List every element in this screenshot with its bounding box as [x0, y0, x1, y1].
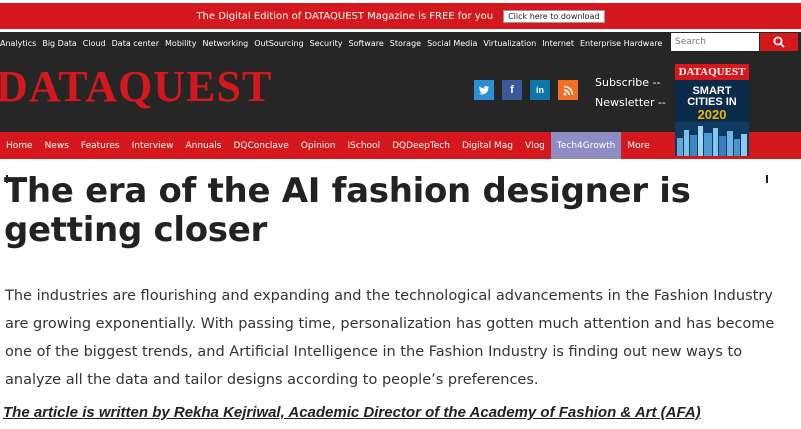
- article-title: The era of the AI fashion designer is ge…: [4, 171, 691, 250]
- promo-text: The Digital Edition of DATAQUEST Magazin…: [196, 10, 494, 22]
- nav-item-features[interactable]: Features: [75, 132, 126, 159]
- subscribe-link[interactable]: Subscribe --: [595, 76, 660, 89]
- text-cursor-marker: [766, 175, 768, 183]
- topnav-item-security[interactable]: Security: [310, 39, 343, 48]
- linkedin-button[interactable]: in: [530, 80, 550, 100]
- topnav-item-analytics[interactable]: Analytics: [0, 39, 36, 48]
- cover-cityscape-image: [675, 122, 749, 156]
- facebook-icon: f: [510, 84, 514, 96]
- search-icon: [773, 36, 785, 48]
- search-input[interactable]: [671, 33, 759, 51]
- rss-button[interactable]: [558, 80, 578, 100]
- search-button[interactable]: [760, 33, 798, 51]
- topnav-item-social-media[interactable]: Social Media: [427, 39, 477, 48]
- promo-bar: The Digital Edition of DATAQUEST Magazin…: [0, 0, 801, 32]
- nav-item-home[interactable]: Home: [0, 132, 39, 159]
- topnav-item-enterprise-hardware[interactable]: Enterprise Hardware: [580, 39, 662, 48]
- cover-year: 2020: [697, 107, 727, 122]
- nav-item-news[interactable]: News: [39, 132, 75, 159]
- nav-item-ischool[interactable]: ISchool: [342, 132, 387, 159]
- nav-item-tech4growth[interactable]: Tech4Growth: [550, 132, 622, 159]
- top-category-nav: Analytics Big Data Cloud Data center Mob…: [0, 32, 668, 54]
- article-byline[interactable]: The article is written by Rekha Kejriwal…: [3, 404, 701, 421]
- magazine-cover[interactable]: DATAQUEST SMART CITIES IN 2020 TURNING T…: [675, 64, 749, 156]
- nav-item-digital-mag[interactable]: Digital Mag: [456, 132, 519, 159]
- site-logo[interactable]: DATAQUEST: [0, 63, 272, 111]
- nav-item-annuals[interactable]: Annuals: [179, 132, 227, 159]
- download-button[interactable]: Click here to download: [503, 9, 605, 23]
- topnav-item-virtualization[interactable]: Virtualization: [483, 39, 536, 48]
- cover-brand: DATAQUEST: [675, 64, 749, 80]
- rss-icon: [563, 85, 573, 95]
- nav-item-dqdeeptech[interactable]: DQDeepTech: [386, 132, 456, 159]
- newsletter-link[interactable]: Newsletter --: [595, 96, 666, 109]
- nav-item-opinion[interactable]: Opinion: [295, 132, 342, 159]
- topnav-item-networking[interactable]: Networking: [202, 39, 248, 48]
- topnav-item-internet[interactable]: Internet: [542, 39, 574, 48]
- topnav-item-outsourcing[interactable]: OutSourcing: [254, 39, 303, 48]
- linkedin-icon: in: [536, 85, 544, 95]
- topnav-item-storage[interactable]: Storage: [390, 39, 421, 48]
- facebook-button[interactable]: f: [502, 80, 522, 100]
- topnav-item-big-data[interactable]: Big Data: [42, 39, 76, 48]
- nav-item-interview[interactable]: Interview: [126, 132, 180, 159]
- nav-item-vlog[interactable]: Vlog: [519, 132, 551, 159]
- topnav-item-software[interactable]: Software: [349, 39, 384, 48]
- twitter-button[interactable]: [474, 80, 494, 100]
- twitter-icon: [478, 86, 489, 95]
- topnav-item-cloud[interactable]: Cloud: [83, 39, 106, 48]
- promo-banner: The Digital Edition of DATAQUEST Magazin…: [0, 3, 801, 29]
- nav-item-more[interactable]: More: [621, 132, 655, 159]
- nav-item-dqconclave[interactable]: DQConclave: [227, 132, 294, 159]
- article-body: The industries are flourishing and expan…: [5, 288, 775, 388]
- topnav-item-mobility[interactable]: Mobility: [165, 39, 196, 48]
- topnav-item-data-center[interactable]: Data center: [112, 39, 159, 48]
